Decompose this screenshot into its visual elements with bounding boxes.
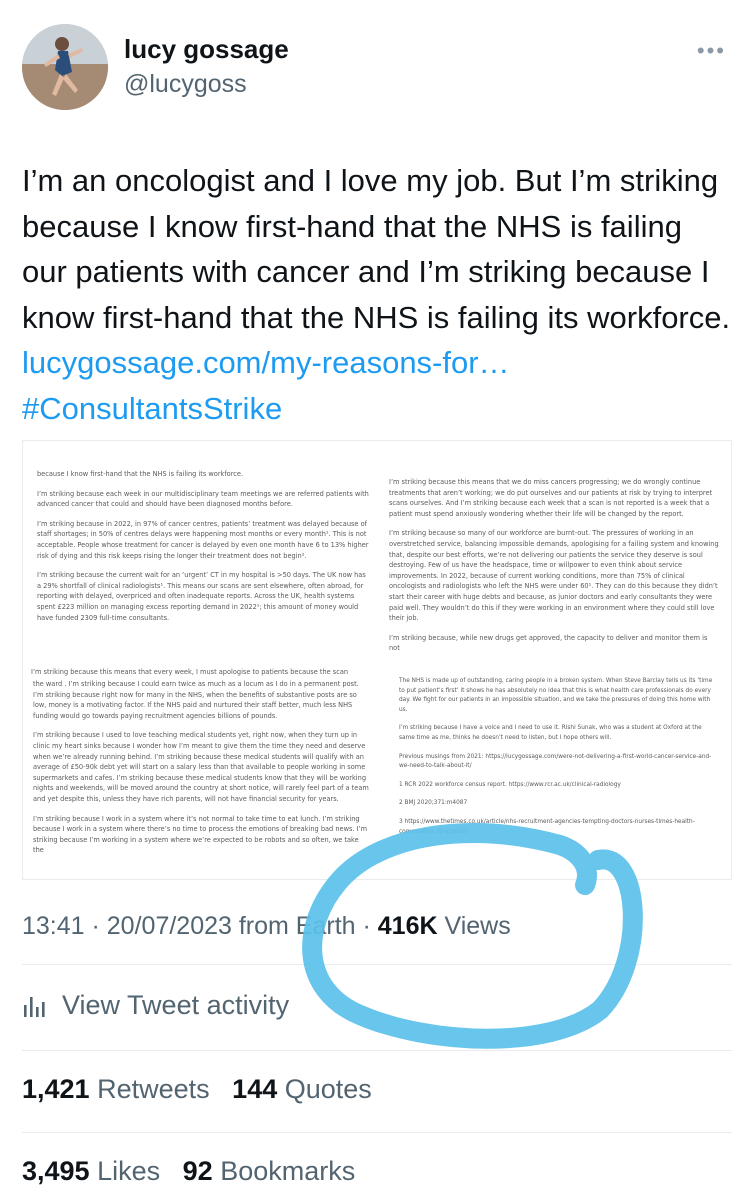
display-name[interactable]: lucy gossage: [124, 34, 289, 65]
retweets-label: Retweets: [97, 1074, 210, 1104]
likes-stat[interactable]: 3,495 Likes: [22, 1156, 160, 1186]
tweet-source: from Earth: [238, 912, 356, 940]
bookmarks-stat[interactable]: 92 Bookmarks: [183, 1156, 356, 1186]
views-count: 416K: [377, 912, 438, 940]
activity-label: View Tweet activity: [62, 990, 290, 1020]
tweet-header: lucy gossage @lucygoss •••: [22, 22, 732, 114]
quotes-count: 144: [232, 1074, 278, 1104]
tweet-meta: 13:41 · 20/07/2023 from Earth · 416K Vie…: [22, 912, 511, 940]
bookmarks-label: Bookmarks: [220, 1156, 356, 1186]
divider: [22, 1132, 732, 1133]
doc-paragraph: I’m striking because so many of our work…: [389, 529, 719, 623]
quotes-label: Quotes: [284, 1074, 372, 1104]
user-handle[interactable]: @lucygoss: [124, 70, 247, 99]
doc-paragraph: I’m striking because in 2022, in 97% of …: [37, 519, 369, 560]
avatar[interactable]: [22, 24, 108, 110]
stats-row-2: 3,495 Likes 92 Bookmarks: [22, 1156, 355, 1187]
tweet-link[interactable]: lucygossage.com/my-reasons-for…: [22, 345, 510, 380]
doc-cut-line: I’m striking because this means that eve…: [31, 668, 349, 676]
likes-count: 3,495: [22, 1156, 90, 1186]
doc-paragraph: I’m striking because I used to love teac…: [33, 731, 369, 803]
doc-paragraph: the ward . I’m striking because I could …: [33, 680, 359, 720]
doc-paragraph: I’m striking because this means that we …: [389, 478, 713, 518]
divider: [22, 1050, 732, 1051]
tweet-body: I’m an oncologist and I love my job. But…: [22, 163, 731, 335]
doc-paragraph: I’m striking because I work in a system …: [33, 814, 368, 855]
bookmarks-count: 92: [182, 1156, 213, 1186]
doc-paragraph: I’m striking because the current wait fo…: [37, 571, 366, 622]
tweet-date[interactable]: 20/07/2023: [107, 912, 232, 940]
hashtag-link[interactable]: #ConsultantsStrike: [22, 391, 282, 426]
doc-paragraph: 2 BMJ 2020;371:m4087: [399, 800, 468, 807]
doc-paragraph: I’m striking because each week in our mu…: [37, 489, 369, 509]
attached-document-image[interactable]: because I know first-hand that the NHS i…: [22, 440, 732, 880]
document-page-1: because I know first-hand that the NHS i…: [37, 469, 369, 671]
doc-paragraph: 3 https://www.thetimes.co.uk/article/nhs…: [399, 818, 695, 835]
tweet-time[interactable]: 13:41: [22, 912, 85, 940]
doc-paragraph: 1 RCR 2022 workforce census report. http…: [399, 781, 621, 788]
doc-paragraph: Previous musings from 2021: https://lucy…: [399, 753, 712, 770]
quotes-stat[interactable]: 144 Quotes: [232, 1074, 372, 1104]
divider: [22, 964, 732, 965]
view-tweet-activity-button[interactable]: View Tweet activity: [22, 990, 289, 1021]
likes-label: Likes: [97, 1156, 161, 1186]
document-page-2: I’m striking because this means that we …: [389, 477, 719, 687]
retweets-count: 1,421: [22, 1074, 90, 1104]
document-page-4: The NHS is made up of outstanding, carin…: [399, 677, 715, 857]
tweet-text: I’m an oncologist and I love my job. But…: [22, 158, 732, 431]
doc-paragraph: I’m striking because, while new drugs ge…: [389, 633, 708, 653]
more-dots-icon[interactable]: •••: [697, 38, 726, 64]
stats-row-1: 1,421 Retweets 144 Quotes: [22, 1074, 372, 1105]
bar-chart-icon: [24, 996, 45, 1017]
retweets-stat[interactable]: 1,421 Retweets: [22, 1074, 210, 1104]
doc-paragraph: I’m striking because I have a voice and …: [399, 725, 702, 741]
document-page-3: the ward . I’m striking because I could …: [33, 679, 369, 879]
doc-paragraph: The NHS is made up of outstanding, carin…: [399, 678, 713, 713]
views-label: Views: [444, 912, 511, 940]
doc-paragraph: because I know first-hand that the NHS i…: [37, 470, 244, 478]
